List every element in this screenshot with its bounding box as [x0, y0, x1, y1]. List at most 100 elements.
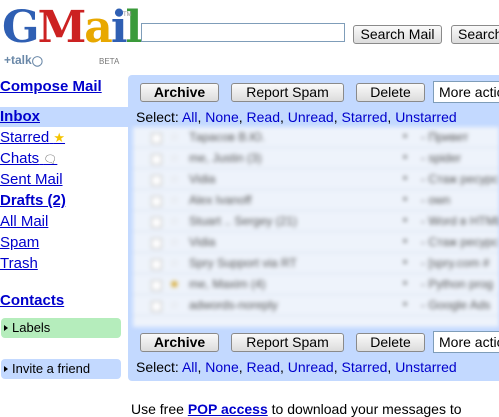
- star-icon[interactable]: ☆: [169, 256, 180, 270]
- dot-icon: •: [403, 171, 408, 185]
- search-mail-button[interactable]: Search Mail: [353, 25, 442, 44]
- sidebar-item-drafts[interactable]: Drafts (2): [0, 192, 66, 209]
- row-checkbox[interactable]: [151, 196, 162, 207]
- dot-icon: •: [403, 276, 408, 290]
- row-checkbox[interactable]: [151, 280, 162, 291]
- star-icon[interactable]: ☆: [169, 172, 180, 186]
- row-sender: Spry Support via RT: [189, 256, 297, 270]
- delete-button-bottom[interactable]: Delete: [356, 333, 425, 352]
- table-row[interactable]: ☆ Spry Support via RT • - [spry.com #: [133, 253, 499, 274]
- report-spam-button-bottom[interactable]: Report Spam: [231, 333, 344, 352]
- footer-text-rest: to download your messages to: [271, 401, 462, 417]
- table-row[interactable]: ☆ Vidia • - Стаж ресурс: [133, 232, 499, 253]
- select-prefix: Select:: [136, 359, 179, 375]
- row-checkbox[interactable]: [151, 154, 162, 165]
- archive-button[interactable]: Archive: [140, 83, 219, 102]
- select-bar-top: Select: All, None, Read, Unread, Starred…: [136, 109, 457, 125]
- select-none-link[interactable]: None: [205, 359, 238, 375]
- row-subject: - Word в HTML: [421, 214, 499, 228]
- chat-bubble-icon: 🗨: [43, 154, 58, 166]
- row-subject: - Привет: [421, 130, 469, 144]
- table-row[interactable]: ☆ Тарасов В.Ю. • - Привет: [133, 127, 499, 148]
- sidebar-item-trash[interactable]: Trash: [0, 255, 38, 272]
- select-unread-link[interactable]: Unread: [288, 109, 334, 125]
- select-read-link[interactable]: Read: [247, 109, 280, 125]
- select-unstarred-link[interactable]: Unstarred: [395, 109, 456, 125]
- table-row[interactable]: ☆ Alex Ivanoff • - own: [133, 190, 499, 211]
- search-web-button[interactable]: Search the Web: [451, 25, 499, 44]
- archive-button-bottom[interactable]: Archive: [140, 333, 219, 352]
- row-sender: Stuart .. Sergey (21): [189, 214, 298, 228]
- row-subject: - Google Ads: [421, 298, 491, 312]
- more-actions-select[interactable]: More actions...: [433, 81, 499, 103]
- star-icon: ★: [53, 130, 66, 145]
- sidebar-item-sent[interactable]: Sent Mail: [0, 171, 63, 188]
- star-icon[interactable]: ★: [169, 277, 180, 291]
- star-icon[interactable]: ☆: [169, 214, 180, 228]
- labels-title: Labels: [12, 320, 51, 335]
- select-unstarred-link[interactable]: Unstarred: [395, 359, 456, 375]
- report-spam-button[interactable]: Report Spam: [231, 83, 344, 102]
- delete-button[interactable]: Delete: [356, 83, 425, 102]
- star-icon[interactable]: ☆: [169, 235, 180, 249]
- row-sender: Тарасов В.Ю.: [189, 130, 266, 144]
- sidebar-item-spam[interactable]: Spam: [0, 234, 39, 251]
- gmail-logo[interactable]: GMail TM +talk◯ BETA: [2, 6, 142, 68]
- table-row[interactable]: ☆ Vidia • - Стаж ресурс: [133, 169, 499, 190]
- select-unread-link[interactable]: Unread: [288, 359, 334, 375]
- beta-badge: BETA: [99, 57, 120, 66]
- labels-box[interactable]: Labels: [1, 318, 121, 338]
- row-checkbox[interactable]: [151, 301, 162, 312]
- table-row[interactable]: ☆ me, Justin (3) • - spider: [133, 148, 499, 169]
- row-subject: - Стаж ресурс: [421, 172, 499, 186]
- select-none-link[interactable]: None: [205, 109, 238, 125]
- expand-triangle-icon: [4, 366, 8, 372]
- gmail-wordmark: GMail: [2, 2, 142, 53]
- select-bar-bottom: Select: All, None, Read, Unread, Starred…: [136, 359, 457, 375]
- row-sender: Vidia: [189, 235, 216, 249]
- table-row[interactable]: ☆ Stuart .. Sergey (21) • - Word в HTML: [133, 211, 499, 232]
- pop-access-notice: Use free POP access to download your mes…: [131, 401, 462, 417]
- sidebar-item-label: Starred: [0, 129, 50, 146]
- row-checkbox[interactable]: [151, 175, 162, 186]
- trademark-mark: TM: [123, 12, 132, 18]
- row-checkbox[interactable]: [151, 217, 162, 228]
- compose-mail-link[interactable]: Compose Mail: [0, 78, 102, 95]
- sidebar-item-inbox[interactable]: Inbox: [0, 108, 40, 125]
- chat-bubble-icon: ◯: [31, 56, 43, 67]
- dot-icon: •: [403, 192, 408, 206]
- row-sender: Vidia: [189, 172, 216, 186]
- row-checkbox[interactable]: [151, 238, 162, 249]
- sidebar-item-starred[interactable]: Starred ★: [0, 129, 65, 146]
- more-actions-select-bottom[interactable]: More actions...: [433, 331, 499, 353]
- select-starred-link[interactable]: Starred: [341, 359, 387, 375]
- dot-icon: •: [403, 129, 408, 143]
- row-subject: - Стаж ресурс: [421, 235, 499, 249]
- star-icon[interactable]: ☆: [169, 193, 180, 207]
- row-sender: me, Justin (3): [189, 151, 262, 165]
- sidebar-item-chats[interactable]: Chats 🗨: [0, 150, 57, 167]
- row-sender: adwords-noreply: [189, 298, 278, 312]
- dot-icon: •: [403, 297, 408, 311]
- dot-icon: •: [403, 213, 408, 227]
- select-starred-link[interactable]: Starred: [341, 109, 387, 125]
- expand-triangle-icon: [4, 325, 8, 331]
- search-input[interactable]: [141, 23, 345, 42]
- row-sender: me, Maxim (4): [189, 277, 266, 291]
- select-all-link[interactable]: All: [182, 359, 198, 375]
- star-icon[interactable]: ☆: [169, 130, 180, 144]
- row-sender: Alex Ivanoff: [189, 193, 252, 207]
- row-checkbox[interactable]: [151, 259, 162, 270]
- select-all-link[interactable]: All: [182, 109, 198, 125]
- table-row[interactable]: ★ me, Maxim (4) • - Python prog: [133, 274, 499, 295]
- pop-access-link[interactable]: POP access: [188, 401, 268, 417]
- contacts-link[interactable]: Contacts: [0, 292, 64, 309]
- row-subject: - spider: [421, 151, 462, 165]
- select-read-link[interactable]: Read: [247, 359, 280, 375]
- invite-box[interactable]: Invite a friend: [1, 359, 121, 379]
- table-row[interactable]: ☆ adwords-noreply • - Google Ads: [133, 295, 499, 316]
- sidebar-item-all-mail[interactable]: All Mail: [0, 213, 48, 230]
- row-checkbox[interactable]: [151, 133, 162, 144]
- star-icon[interactable]: ☆: [169, 298, 180, 312]
- star-icon[interactable]: ☆: [169, 151, 180, 165]
